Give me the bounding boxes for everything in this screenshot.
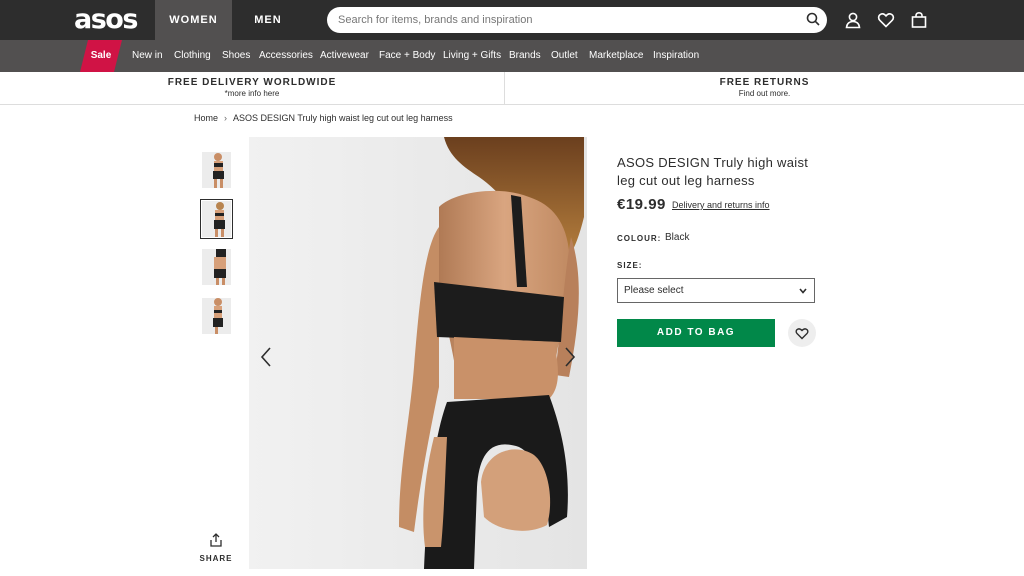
chevron-down-icon — [799, 288, 807, 294]
thumbnail-image — [213, 298, 223, 334]
free-delivery-subtext: *more info here — [224, 89, 280, 98]
share-label: SHARE — [199, 554, 233, 563]
nav-item-new-in[interactable]: New in — [132, 40, 163, 72]
colour-value: Black — [665, 232, 690, 243]
tab-men[interactable]: MEN — [232, 0, 304, 40]
nav-item-living-gifts[interactable]: Living + Gifts — [443, 40, 501, 72]
nav-item-brands[interactable]: Brands — [509, 40, 541, 72]
nav-item-marketplace[interactable]: Marketplace — [589, 40, 643, 72]
product-thumbnail[interactable] — [202, 152, 231, 188]
add-to-bag-button[interactable]: ADD TO BAG — [617, 319, 775, 347]
size-select-value: Please select — [624, 285, 684, 296]
search-input[interactable] — [327, 7, 827, 33]
breadcrumb-current: ASOS DESIGN Truly high waist leg cut out… — [233, 113, 453, 123]
account-icon[interactable] — [844, 11, 862, 29]
nav-item-shoes[interactable]: Shoes — [222, 40, 250, 72]
thumbnail-image — [214, 249, 226, 285]
search-icon[interactable] — [806, 12, 820, 26]
breadcrumb-separator: › — [224, 113, 228, 123]
share-icon — [210, 533, 222, 547]
nav-item-inspiration[interactable]: Inspiration — [653, 40, 699, 72]
free-delivery-banner[interactable]: FREE DELIVERY WORLDWIDE *more info here — [0, 72, 505, 105]
thumbnail-image — [213, 153, 224, 188]
tab-women[interactable]: WOMEN — [155, 0, 232, 40]
delivery-returns-link[interactable]: Delivery and returns info — [672, 200, 770, 210]
nav-item-face-body[interactable]: Face + Body — [379, 40, 435, 72]
product-thumbnail[interactable] — [202, 298, 231, 334]
product-title: ASOS DESIGN Truly high waist leg cut out… — [617, 155, 809, 188]
breadcrumb: Home › ASOS DESIGN Truly high waist leg cu… — [194, 113, 453, 123]
nav-item-outlet[interactable]: Outlet — [551, 40, 578, 72]
breadcrumb-home[interactable]: Home — [194, 113, 218, 123]
share-button[interactable]: SHARE — [199, 533, 233, 563]
save-for-later-button[interactable] — [788, 319, 816, 347]
free-returns-banner[interactable]: FREE RETURNS Find out more. — [505, 72, 1024, 105]
thumbnail-image — [214, 202, 225, 237]
free-delivery-title: FREE DELIVERY WORLDWIDE — [167, 77, 337, 88]
main-product-image[interactable] — [249, 137, 587, 569]
product-photo — [249, 137, 587, 569]
saved-items-icon[interactable] — [877, 11, 895, 29]
heart-icon — [795, 328, 809, 340]
bag-icon[interactable] — [910, 11, 928, 29]
colour-label: COLOUR: — [617, 234, 662, 243]
nav-item-accessories[interactable]: Accessories — [259, 40, 313, 72]
product-thumbnail[interactable] — [202, 249, 231, 285]
free-returns-subtext: Find out more. — [738, 89, 791, 98]
asos-logo[interactable]: asos — [74, 6, 138, 34]
nav-item-clothing[interactable]: Clothing — [174, 40, 211, 72]
product-thumbnail-selected[interactable] — [200, 199, 233, 239]
size-select[interactable]: Please select — [617, 278, 815, 303]
previous-image-arrow[interactable] — [259, 346, 273, 368]
size-label: SIZE: — [617, 261, 643, 270]
nav-item-activewear[interactable]: Activewear — [320, 40, 369, 72]
product-price: €19.99 — [617, 196, 666, 213]
next-image-arrow[interactable] — [563, 346, 577, 368]
free-returns-title: FREE RETURNS — [719, 77, 810, 88]
